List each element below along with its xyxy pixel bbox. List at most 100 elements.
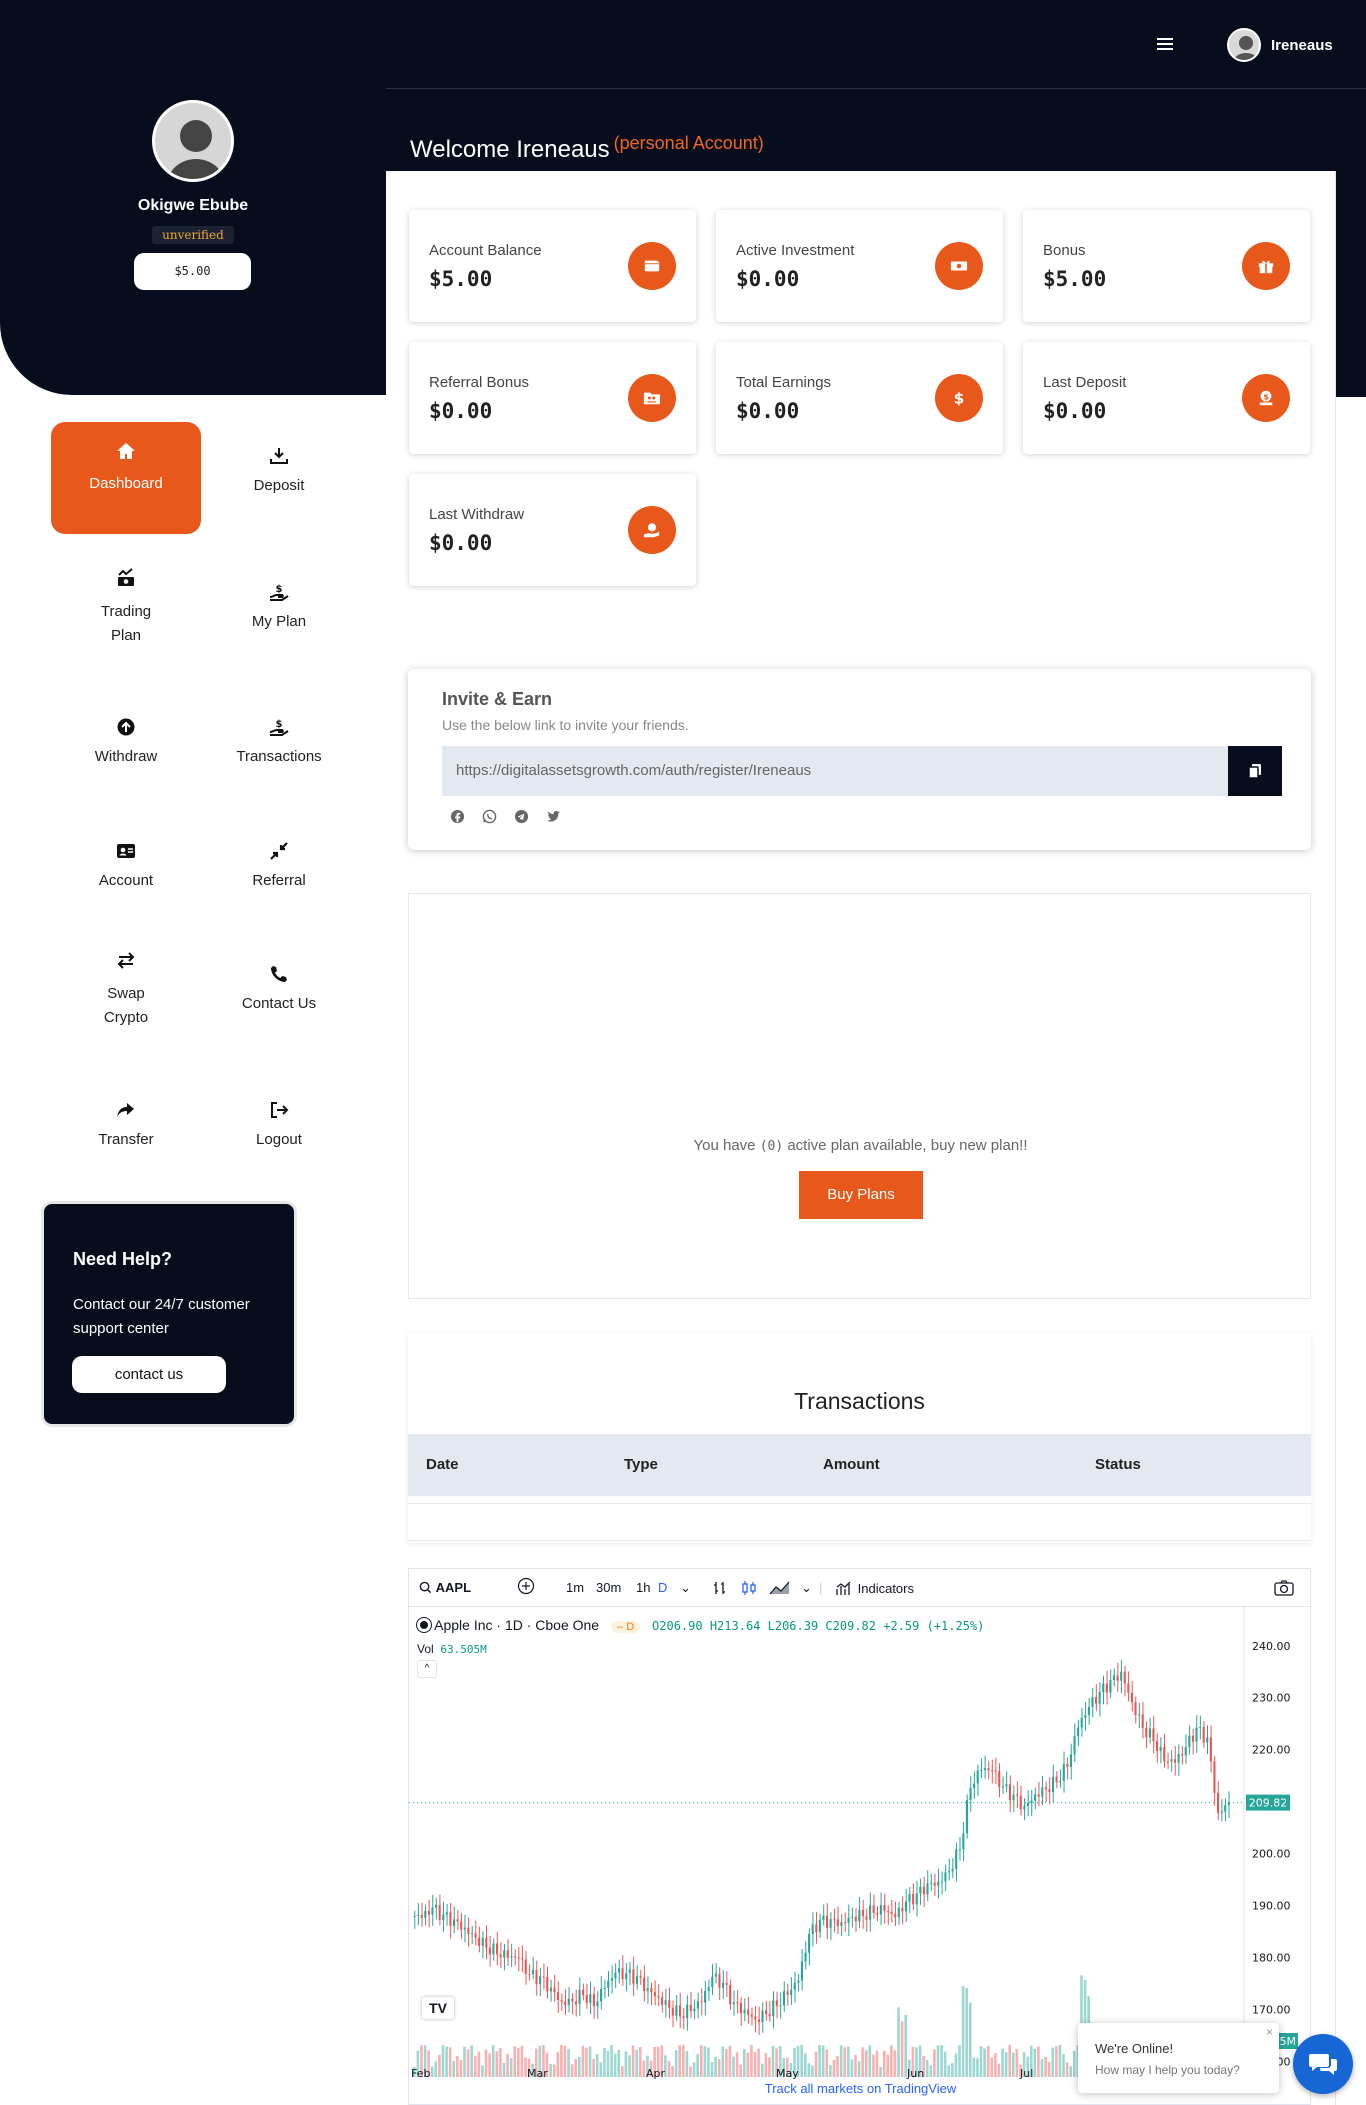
interval-1h[interactable]: 1h xyxy=(636,1580,650,1595)
volume-bar xyxy=(875,2050,879,2077)
candle-body xyxy=(539,1976,542,1984)
user-avatar[interactable] xyxy=(1227,28,1261,62)
header-username[interactable]: Ireneaus xyxy=(1271,37,1333,54)
twitter-icon[interactable] xyxy=(544,807,562,825)
candle-body xyxy=(485,1937,488,1948)
home-icon xyxy=(117,443,135,459)
invite-card: Invite & Earn Use the below link to invi… xyxy=(408,669,1311,850)
chat-bubble[interactable]: × We're Online! How may I help you today… xyxy=(1078,2023,1279,2093)
sidebar-item-swap-crypto[interactable]: Swap Crypto xyxy=(51,940,201,1052)
sidebar-item-contact-us[interactable]: Contact Us xyxy=(204,940,354,1052)
column-header-type: Type xyxy=(624,1456,658,1473)
candle-body xyxy=(761,2010,764,2023)
chat-launcher-button[interactable] xyxy=(1293,2034,1353,2094)
candle-body xyxy=(1134,1702,1137,1716)
candle-body xyxy=(1084,1715,1087,1718)
candle-body xyxy=(790,1989,793,1995)
deposit-icon: $ xyxy=(1259,390,1273,406)
volume-bar xyxy=(760,2063,764,2077)
apple-logo-icon xyxy=(417,1618,431,1632)
copy-link-button[interactable] xyxy=(1228,746,1282,796)
collapse-legend-button[interactable]: ^ xyxy=(417,1660,437,1678)
candles-chart-type-icon[interactable] xyxy=(741,1580,757,1599)
volume-bar xyxy=(667,2060,671,2077)
sidebar-item-deposit[interactable]: Deposit xyxy=(204,422,354,534)
sidebar-item-dashboard[interactable]: Dashboard xyxy=(51,422,201,534)
sidebar-item-trading-plan[interactable]: Trading Plan xyxy=(51,558,201,670)
candle-body xyxy=(417,1914,420,1916)
candlestick-chart[interactable]: 160.00170.00180.00190.00200.00210.00220.… xyxy=(409,1607,1311,2082)
volume-bar xyxy=(473,2055,477,2077)
candle-body xyxy=(879,1905,882,1915)
contact-us-button[interactable]: contact us xyxy=(72,1356,226,1393)
interval-30m[interactable]: 30m xyxy=(596,1580,621,1595)
volume-bar xyxy=(757,2048,760,2077)
candle-body xyxy=(460,1921,463,1930)
sidebar-item-logout[interactable]: Logout xyxy=(204,1076,354,1188)
chevron-down-icon[interactable]: ⌄ xyxy=(680,1580,691,1596)
volume-bar xyxy=(857,2061,861,2077)
candle-body xyxy=(843,1922,847,1924)
bar-chart-type-icon[interactable] xyxy=(712,1580,728,1599)
volume-bar xyxy=(685,2050,689,2077)
candle-body xyxy=(962,1833,965,1850)
price-axis-tick: 220.00 xyxy=(1252,1744,1291,1757)
volume-bar xyxy=(599,2062,603,2077)
volume-bar xyxy=(900,2021,904,2077)
candle-body xyxy=(1152,1728,1155,1742)
interval-d[interactable]: D xyxy=(658,1580,667,1595)
sidebar-item-withdraw[interactable]: Withdraw xyxy=(51,693,201,805)
candle-body xyxy=(470,1933,473,1935)
referral-link-field[interactable]: https://digitalassetsgrowth.com/auth/reg… xyxy=(442,746,1228,796)
buy-plans-button[interactable]: Buy Plans xyxy=(799,1171,923,1219)
stat-icon-badge xyxy=(1242,242,1290,290)
candle-body xyxy=(1001,1786,1004,1788)
volume-bar xyxy=(624,2051,628,2077)
telegram-icon[interactable] xyxy=(512,807,530,825)
price-axis-tick: 230.00 xyxy=(1252,1692,1291,1705)
candle-body xyxy=(653,1992,656,1997)
volume-bar xyxy=(743,2049,746,2077)
svg-text:$: $ xyxy=(1263,391,1269,401)
volume-bar xyxy=(868,2045,872,2077)
area-chart-type-icon[interactable] xyxy=(769,1580,791,1599)
arrow-up-circle-icon xyxy=(117,718,135,736)
candle-body xyxy=(1156,1741,1159,1751)
tradingview-logo[interactable]: TV xyxy=(422,1997,454,2019)
indicators-button[interactable]: Indicators xyxy=(836,1580,914,1596)
candle-body xyxy=(765,2010,768,2014)
volume-bar xyxy=(678,2045,682,2077)
volume-bar xyxy=(933,2049,936,2077)
candle-body xyxy=(1077,1727,1080,1737)
sidebar-item-transactions[interactable]: $ Transactions xyxy=(204,693,354,805)
volume-bar xyxy=(463,2046,466,2077)
symbol-label: AAPL xyxy=(435,1580,472,1595)
chart-type-chevron-icon[interactable]: ⌄ xyxy=(801,1580,812,1596)
volume-bar xyxy=(638,2046,642,2077)
volume-bar xyxy=(1004,2052,1008,2077)
verification-badge: unverified xyxy=(152,226,234,244)
close-icon[interactable]: × xyxy=(1266,2025,1273,2039)
candle-body xyxy=(661,1997,664,2005)
stat-icon-badge xyxy=(628,374,676,422)
volume-bar xyxy=(768,2057,771,2077)
stat-icon-badge xyxy=(628,242,676,290)
sidebar-item-referral[interactable]: Referral xyxy=(204,817,354,929)
volume-bar xyxy=(1062,2054,1065,2077)
candle-body xyxy=(1098,1692,1101,1704)
volume-value: 63.505M xyxy=(440,1643,487,1656)
volume-bar xyxy=(893,2050,897,2077)
whatsapp-icon[interactable] xyxy=(480,807,498,825)
sidebar-item-transfer[interactable]: Transfer xyxy=(51,1076,201,1188)
hamburger-menu-icon[interactable] xyxy=(1157,38,1173,52)
compare-symbol-button[interactable] xyxy=(517,1577,535,1598)
symbol-search[interactable]: AAPL xyxy=(419,1580,471,1595)
volume-bar xyxy=(879,2066,882,2077)
sidebar-item-account[interactable]: Account xyxy=(51,817,201,929)
candle-body xyxy=(991,1770,994,1772)
camera-icon[interactable] xyxy=(1274,1580,1294,1599)
candle-body xyxy=(768,2013,771,2017)
sidebar-item-my-plan[interactable]: $ My Plan xyxy=(204,558,354,670)
facebook-icon[interactable] xyxy=(448,807,466,825)
interval-1m[interactable]: 1m xyxy=(566,1580,584,1595)
